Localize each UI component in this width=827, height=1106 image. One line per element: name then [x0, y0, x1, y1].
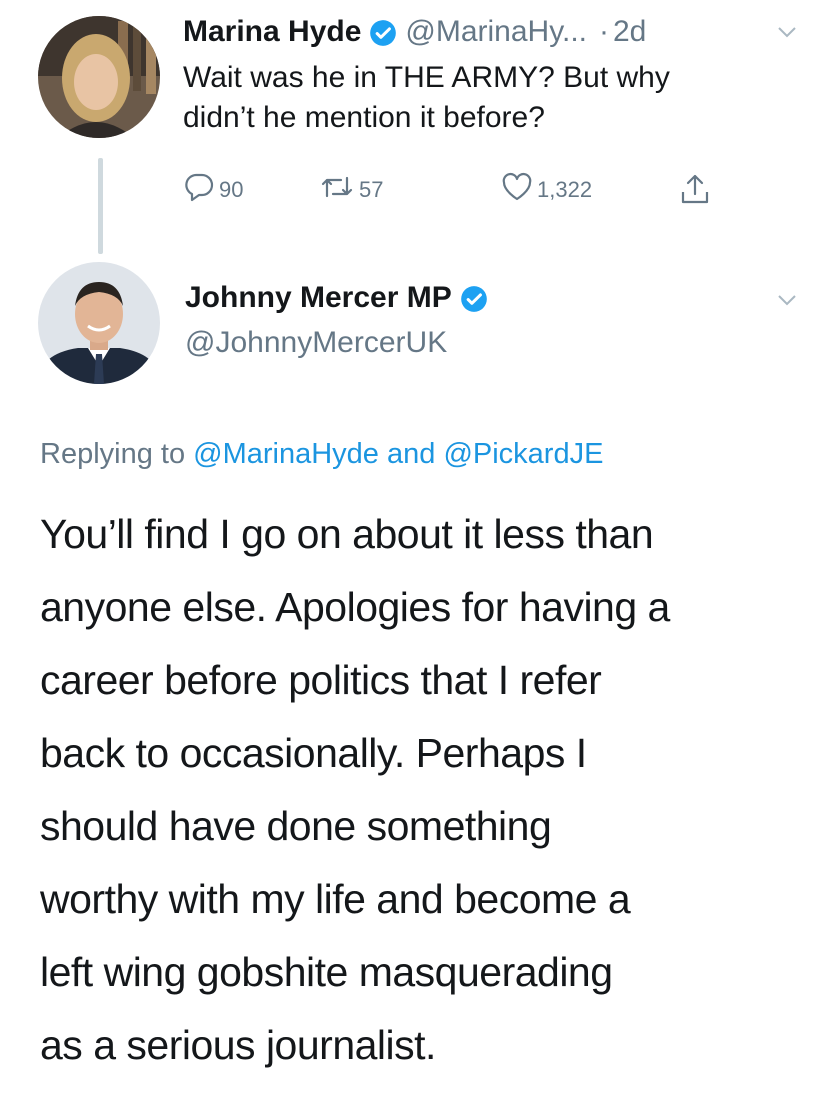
tweet1-timestamp[interactable]: 2d: [613, 12, 646, 52]
like-count: 1,322: [537, 177, 593, 202]
reply-button[interactable]: 90: [183, 172, 243, 208]
tweet2-text-line: should have done something: [40, 803, 552, 849]
avatar-johnny-mercer[interactable]: [38, 262, 160, 384]
tweet1-text-line: Wait was he in THE ARMY? But why: [183, 61, 670, 94]
mention-link[interactable]: @MarinaHyde: [193, 438, 379, 470]
verified-badge-icon: [460, 284, 488, 312]
tweet1-author-handle[interactable]: @MarinaHy...: [405, 12, 587, 52]
replying-to-label: Replying to: [40, 438, 186, 470]
tweet2-text-line: You’ll find I go on about it less than: [40, 511, 654, 557]
share-button[interactable]: [679, 172, 715, 212]
tweet1-header: Marina Hyde @MarinaHy... · 2d: [183, 12, 646, 52]
reply-icon: [183, 172, 219, 208]
tweet2-text-line: back to occasionally. Perhaps I: [40, 730, 587, 776]
chevron-down-icon[interactable]: [776, 24, 798, 45]
retweet-icon: [319, 172, 359, 208]
tweet2-text-line: left wing gobshite masquerading: [40, 949, 613, 995]
heart-icon: [501, 172, 537, 208]
reply-count: 90: [219, 177, 244, 202]
tweet2-text-line: anyone else. Apologies for having a: [40, 584, 670, 630]
tweet2-author-name-row: Johnny Mercer MP: [185, 278, 496, 318]
chevron-down-icon[interactable]: [776, 292, 798, 313]
like-button[interactable]: 1,322: [501, 172, 592, 208]
tweet2-text: You’ll find I go on about it less than a…: [40, 498, 810, 1082]
tweet1-text-line: didn’t he mention it before?: [183, 101, 545, 134]
replying-and-label: and: [387, 438, 436, 470]
mention-link[interactable]: @PickardJE: [443, 438, 603, 470]
tweet1-author-name[interactable]: Marina Hyde: [183, 12, 361, 52]
tweet1-action-bar: 90 57 1,322: [183, 172, 743, 216]
tweet1-text: Wait was he in THE ARMY? But why didn’t …: [183, 58, 803, 138]
avatar-marina-hyde[interactable]: [38, 16, 160, 138]
retweet-button[interactable]: 57: [319, 172, 383, 208]
replying-to-line: Replying to @MarinaHyde and @PickardJE: [40, 434, 603, 474]
tweet2-author-name[interactable]: Johnny Mercer MP: [185, 278, 452, 318]
verified-badge-icon: [369, 18, 397, 46]
retweet-count: 57: [359, 177, 384, 202]
tweet2-text-line: career before politics that I refer: [40, 657, 602, 703]
thread-connector-line: [98, 158, 103, 254]
avatar-marina-hyde-image: [38, 16, 160, 138]
tweet1-separator: ·: [599, 15, 609, 48]
tweet2-author-handle[interactable]: @JohnnyMercerUK: [185, 323, 447, 363]
avatar-johnny-mercer-image: [38, 262, 160, 384]
tweet2-text-line: worthy with my life and become a: [40, 876, 631, 922]
share-icon: [679, 172, 715, 212]
tweet2-text-line: as a serious journalist.: [40, 1022, 436, 1068]
